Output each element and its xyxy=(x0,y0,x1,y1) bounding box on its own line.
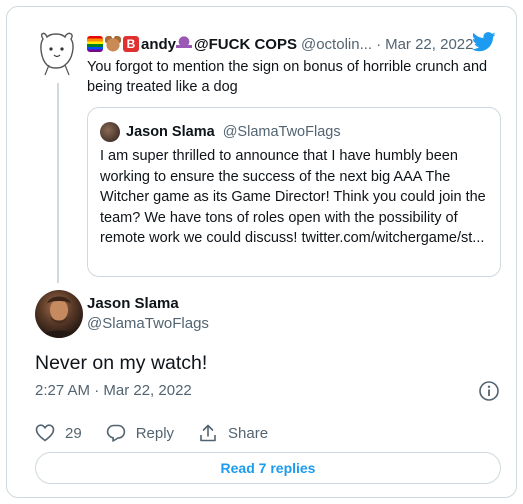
main-avatar[interactable] xyxy=(35,290,83,338)
parent-display-name[interactable]: andy xyxy=(141,36,176,53)
heart-icon xyxy=(35,424,55,442)
letter-b-icon: B xyxy=(123,36,139,52)
main-handle[interactable]: @SlamaTwoFlags xyxy=(87,315,209,333)
rainbow-flag-icon xyxy=(87,36,103,52)
parent-date[interactable]: Mar 22, 2022 xyxy=(385,36,473,53)
parent-avatar[interactable] xyxy=(35,29,79,77)
parent-handle[interactable]: @octolin... xyxy=(301,36,372,53)
quoted-display-name: Jason Slama xyxy=(126,124,215,140)
like-button[interactable]: 29 xyxy=(35,423,82,443)
share-icon xyxy=(200,424,216,442)
read-replies-button[interactable]: Read 7 replies xyxy=(35,452,501,484)
quoted-avatar xyxy=(100,122,120,142)
bear-icon xyxy=(105,36,121,52)
quoted-handle: @SlamaTwoFlags xyxy=(222,124,341,140)
main-tweet-text: Never on my watch! xyxy=(35,352,208,374)
reply-bubble-icon xyxy=(106,424,125,442)
main-display-name[interactable]: Jason Slama xyxy=(87,295,179,313)
tweet-embed-card: B andy @FUCK COPS @octolin... · Mar 22, … xyxy=(6,6,517,498)
reply-label: Reply xyxy=(135,424,175,442)
share-button[interactable]: Share xyxy=(198,423,268,443)
separator-dot: · xyxy=(376,35,382,53)
reply-button[interactable]: Reply xyxy=(106,423,174,443)
tweet-timestamp[interactable]: 2:27 AM · Mar 22, 2022 xyxy=(35,381,192,401)
quoted-tweet-text: I am super thrilled to announce that I h… xyxy=(100,148,486,246)
quoted-tweet[interactable]: Jason Slama @SlamaTwoFlags I am super th… xyxy=(87,107,501,277)
thread-line xyxy=(57,83,59,283)
octopus-icon xyxy=(176,36,193,52)
twitter-bird-icon[interactable] xyxy=(472,32,496,52)
parent-tweet-header: B andy @FUCK COPS @octolin... · Mar 22, … xyxy=(87,33,517,55)
parent-display-name-suffix[interactable]: @FUCK COPS xyxy=(194,36,297,53)
info-icon[interactable] xyxy=(478,380,500,402)
share-label: Share xyxy=(228,424,269,442)
quoted-tweet-header: Jason Slama @SlamaTwoFlags xyxy=(126,122,341,142)
parent-tweet-text: You forgot to mention the sign on bonus … xyxy=(87,59,488,95)
tweet-actions: 29 Reply Share xyxy=(35,421,292,445)
like-count: 29 xyxy=(65,424,82,442)
